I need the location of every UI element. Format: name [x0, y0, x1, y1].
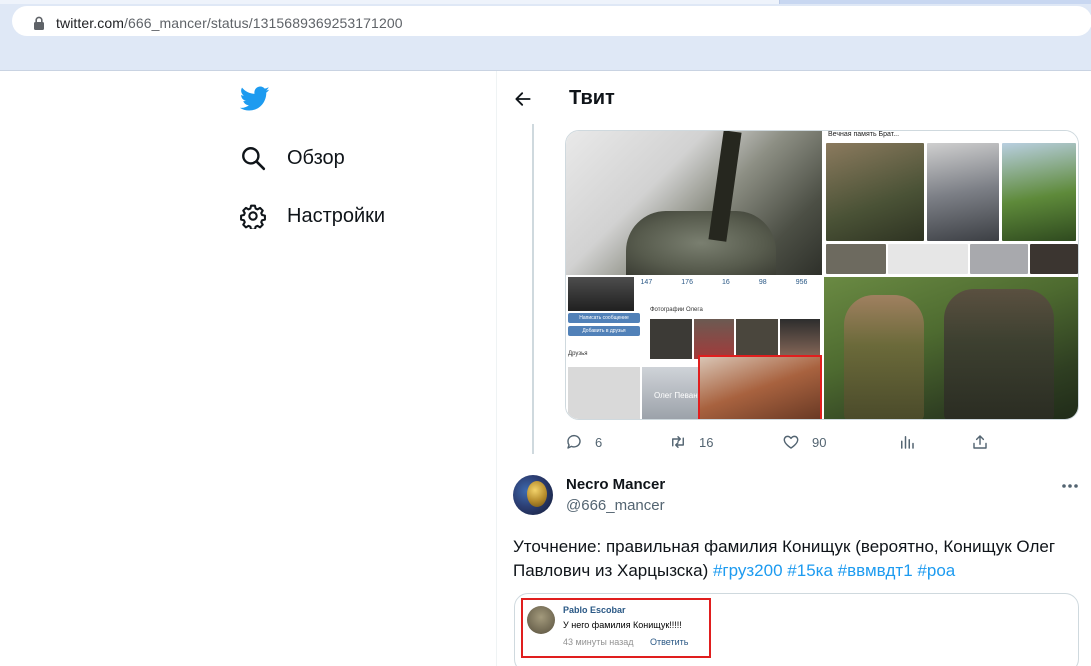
page-title: Твит [569, 87, 615, 109]
address-bar[interactable]: twitter.com/666_mancer/status/1315689369… [12, 6, 1091, 36]
vk-photos-label: Фотографии Олега [650, 307, 703, 313]
like-button[interactable]: 90 [782, 430, 826, 454]
nav-item-settings[interactable]: Настройки [240, 196, 385, 236]
arrow-left-icon [515, 92, 531, 106]
user-handle[interactable]: @666_mancer [566, 497, 665, 514]
twitter-logo-icon[interactable] [240, 86, 270, 112]
vk-album-title: Вечная память Брат... [828, 131, 900, 138]
display-name[interactable]: Necro Mancer [566, 476, 665, 493]
back-button[interactable] [508, 84, 538, 114]
vk-highlight-photo [698, 355, 822, 419]
hashtag-link[interactable]: #15ка [787, 561, 833, 580]
tweet-action-bar: 6 16 90 [565, 430, 987, 454]
vk-add-friend-button: Добавить в друзья [568, 326, 640, 336]
column-divider [496, 71, 497, 666]
media-shape [944, 289, 1054, 419]
commenter-avatar [527, 606, 555, 634]
more-horizontal-icon [1062, 484, 1078, 488]
tweet-text: Уточнение: правильная фамилия Конищук (в… [513, 535, 1073, 583]
thread-connector [532, 124, 534, 454]
highlighted-comment: Pablo Escobar У него фамилия Конищук!!!!… [521, 598, 711, 658]
media-photo-3[interactable]: 147 176 16 98 956 Написать сообщение Доб… [566, 277, 822, 419]
vk-photo [780, 319, 820, 359]
comment-time: 43 минуты назад [563, 637, 634, 647]
analytics-button[interactable] [898, 430, 916, 454]
vk-photo [970, 244, 1028, 274]
vk-photo [1030, 244, 1078, 274]
reply-icon [567, 434, 581, 449]
url-text[interactable]: twitter.com/666_mancer/status/1315689369… [56, 15, 403, 31]
media-photo-2[interactable]: Вечная память Брат... [824, 131, 1078, 275]
media-shape [844, 295, 924, 419]
media-shape [626, 211, 776, 275]
heart-icon [783, 435, 799, 449]
vk-stat: 16 [722, 279, 730, 286]
vk-message-button: Написать сообщение [568, 313, 640, 323]
vk-stat: 176 [681, 279, 693, 286]
vk-person-name: Олег Певан [654, 391, 698, 400]
vk-friends-label: Друзья [568, 351, 588, 357]
avatar-shape [527, 481, 547, 507]
vk-stat: 98 [758, 279, 767, 286]
vk-avatar-photo [568, 277, 634, 311]
vk-friend-photo [568, 367, 640, 419]
vk-photo [826, 143, 924, 241]
embedded-image[interactable]: Pablo Escobar У него фамилия Конищук!!!!… [514, 593, 1079, 666]
hashtag-link[interactable]: #ввмвдт1 [838, 561, 913, 580]
tweet-text-plain: Уточнение: правильная фамилия Конищук (в… [513, 537, 1056, 580]
share-button[interactable] [971, 430, 989, 454]
avatar[interactable] [513, 475, 553, 515]
retweet-count: 16 [699, 434, 714, 450]
url-path: /666_mancer/status/1315689369253171200 [124, 15, 403, 31]
vk-photo [888, 244, 968, 274]
nav-item-label: Настройки [287, 204, 386, 227]
hashtag-link[interactable]: #роа [917, 561, 955, 580]
vk-photo [736, 319, 778, 359]
like-count: 90 [812, 434, 827, 450]
vk-stats: 147 176 16 98 956 [626, 279, 822, 299]
browser-toolbar: twitter.com/666_mancer/status/1315689369… [0, 4, 1091, 71]
vk-photo [826, 244, 886, 274]
vk-stat: 956 [795, 279, 808, 286]
gear-icon [240, 204, 266, 229]
comment-reply-link: Ответить [650, 637, 689, 647]
search-icon [242, 147, 266, 171]
retweet-icon [672, 436, 684, 448]
more-options-button[interactable] [1058, 476, 1082, 496]
vk-stat: 147 [640, 279, 653, 286]
reply-button[interactable]: 6 [565, 430, 602, 454]
reply-count: 6 [595, 434, 603, 450]
vk-photo [694, 319, 734, 359]
hashtag-link[interactable]: #груз200 [713, 561, 783, 580]
vk-photo [650, 319, 692, 359]
vk-photo [1002, 143, 1076, 241]
commenter-name: Pablo Escobar [563, 605, 626, 615]
media-grid[interactable]: Вечная память Брат... 147 176 16 98 956 … [565, 130, 1079, 420]
retweet-button[interactable]: 16 [669, 430, 713, 454]
lock-icon[interactable] [33, 16, 45, 30]
share-icon [973, 435, 987, 449]
url-host: twitter.com [56, 15, 125, 31]
comment-text: У него фамилия Конищук!!!!! [563, 620, 682, 630]
nav-item-label: Обзор [287, 146, 345, 169]
media-photo-1[interactable] [566, 131, 822, 275]
media-photo-4[interactable] [824, 277, 1078, 419]
analytics-icon [901, 436, 914, 449]
nav-item-explore[interactable]: Обзор [240, 138, 345, 178]
vk-photo [927, 143, 999, 241]
